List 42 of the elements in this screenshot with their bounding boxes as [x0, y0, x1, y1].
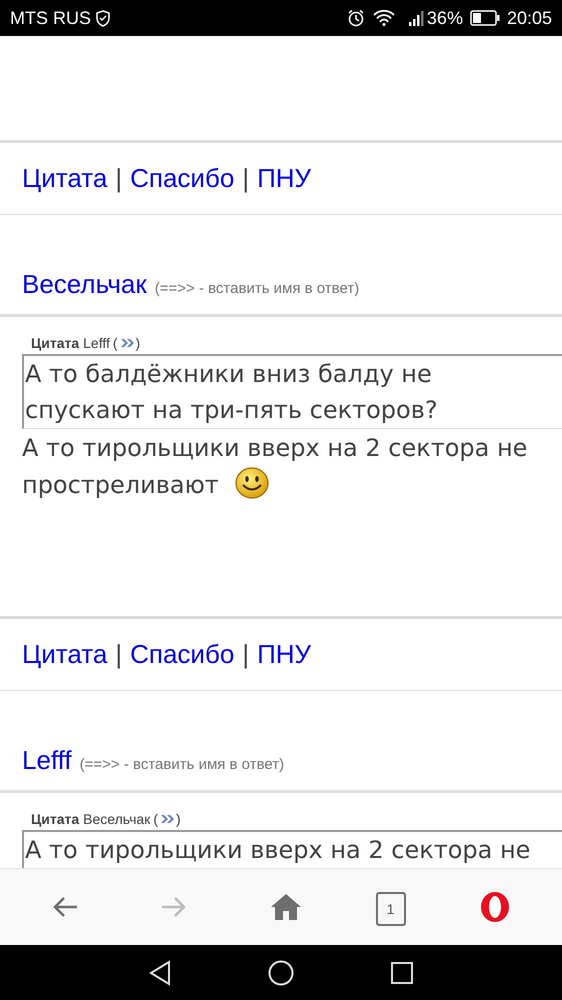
opera-logo-icon[interactable] — [479, 891, 512, 923]
paren: ) — [176, 810, 181, 829]
post-action-link[interactable]: ПНУ — [257, 635, 312, 674]
quote-author: Весельчак — [83, 810, 150, 828]
author-name-link[interactable]: Весельчак — [22, 265, 147, 304]
separator: | — [242, 162, 250, 195]
post-action-link[interactable]: ПНУ — [257, 159, 312, 198]
quote-box: А то балдёжники вниз балду не спускают на три-пять секторов? — [22, 354, 562, 429]
author-name-link[interactable]: Lefff — [22, 741, 72, 780]
carrier-name: MTS RUS — [10, 6, 91, 30]
quote-label: Цитата — [31, 810, 80, 829]
clock-time: 20:05 — [506, 6, 552, 30]
separator: | — [115, 162, 122, 195]
battery-percent: 36% — [426, 6, 463, 30]
battery-icon — [470, 10, 500, 26]
quote-label: Цитата — [31, 334, 80, 353]
double-chevron-icon[interactable] — [118, 338, 135, 348]
wifi-icon — [372, 10, 395, 26]
paren: ( — [112, 334, 118, 353]
home-icon[interactable] — [270, 893, 302, 921]
paren: ) — [136, 334, 140, 353]
nav-back-icon[interactable] — [148, 960, 172, 986]
insert-name-hint[interactable]: (==>> - вставить имя в ответ) — [154, 278, 360, 300]
post-action-link[interactable]: Спасибо — [130, 159, 234, 198]
double-chevron-icon[interactable] — [158, 814, 175, 824]
post-action-link[interactable]: Спасибо — [130, 635, 234, 674]
separator: | — [242, 638, 250, 671]
separator: | — [115, 638, 122, 671]
tabs-button[interactable]: 1 — [376, 892, 406, 926]
paren: ( — [153, 810, 158, 829]
nav-home-icon[interactable] — [268, 960, 294, 986]
quote-author: Lefff — [83, 334, 110, 352]
post-text: А то тирольщики вверх на 2 сектора не простреливают — [21, 433, 528, 501]
post-action-link[interactable]: Цитата — [22, 159, 108, 198]
insert-name-hint[interactable]: (==>> - вставить имя в ответ) — [80, 754, 284, 776]
nav-recents-icon[interactable] — [390, 960, 414, 984]
post-action-link[interactable]: Цитата — [22, 635, 108, 674]
signal-icon — [408, 10, 425, 26]
back-arrow-icon[interactable] — [50, 895, 79, 919]
smiley-icon — [234, 467, 269, 499]
alarm-icon — [346, 9, 365, 27]
shield-icon — [96, 10, 110, 26]
